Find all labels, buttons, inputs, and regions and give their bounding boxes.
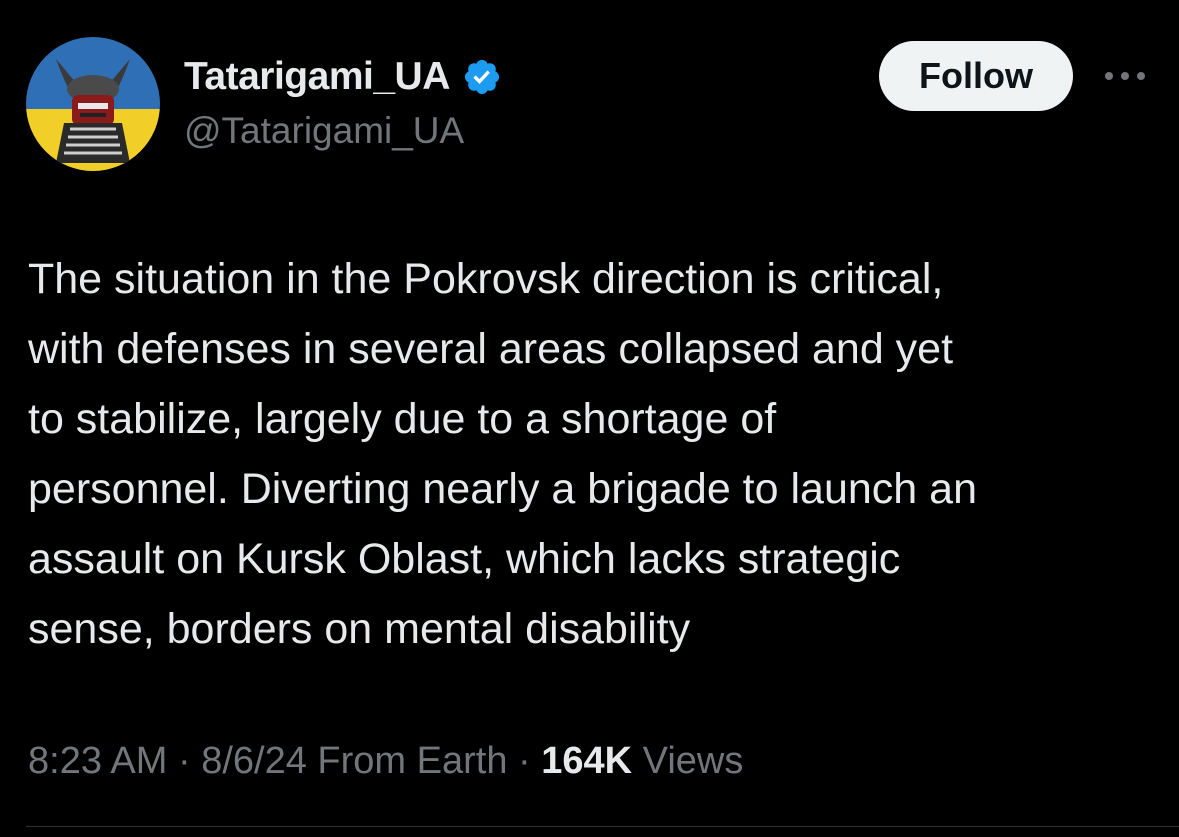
meta-separator: · xyxy=(177,740,202,782)
author-name-row: Tatarigami_UA xyxy=(184,52,502,102)
tweet-text: The situation in the Pokrovsk direction … xyxy=(28,255,977,653)
follow-button[interactable]: Follow xyxy=(879,41,1073,111)
avatar-image xyxy=(26,37,160,171)
tweet-time[interactable]: 8:23 AM xyxy=(28,740,167,782)
tweet-date[interactable]: 8/6/24 xyxy=(201,740,307,782)
divider xyxy=(26,826,1179,827)
views-count[interactable]: 164K xyxy=(541,740,632,782)
meta-separator: · xyxy=(518,740,542,782)
views-label: Views xyxy=(642,740,744,782)
more-dots-icon[interactable] xyxy=(1100,64,1150,88)
author-handle[interactable]: @Tatarigami_UA xyxy=(184,110,464,152)
tweet-meta: 8:23 AM · 8/6/24 From Earth · 164K Views xyxy=(28,740,743,783)
tweet-source: From Earth xyxy=(317,740,508,782)
author-display-name[interactable]: Tatarigami_UA xyxy=(184,55,450,99)
avatar[interactable] xyxy=(26,37,160,171)
verified-badge-icon[interactable] xyxy=(462,57,502,97)
